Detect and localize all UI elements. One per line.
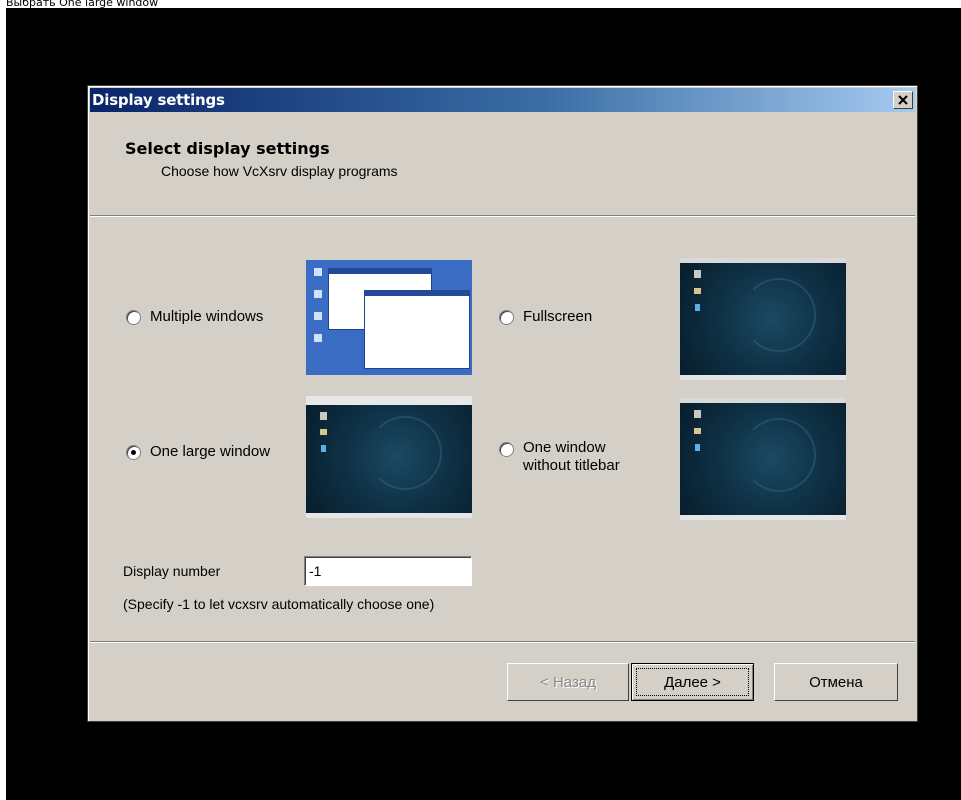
option-label: Fullscreen — [523, 308, 593, 325]
wizard-header: Select display settings Choose how VcXsr… — [90, 112, 915, 214]
next-button[interactable]: Далее > — [631, 663, 754, 701]
focus-rectangle — [636, 668, 749, 696]
desktop-icon — [321, 445, 326, 452]
desktop-icon — [694, 410, 701, 418]
preview-window — [364, 290, 470, 369]
option-one-window-no-titlebar[interactable]: One window without titlebar — [499, 439, 620, 475]
preview-topbar — [680, 398, 846, 403]
multiple-windows-preview — [306, 260, 472, 382]
header-title: Select display settings — [125, 139, 330, 158]
display-number-input[interactable] — [304, 556, 472, 586]
option-label: One window without titlebar — [523, 439, 620, 475]
debian-swirl — [742, 418, 816, 492]
display-number-hint: (Specify -1 to let vcxsrv automatically … — [123, 596, 435, 612]
option-label-line2: without titlebar — [523, 457, 620, 474]
back-button[interactable]: < Назад — [507, 663, 629, 701]
preview-taskbar — [680, 375, 846, 380]
desktop-icon — [314, 334, 322, 342]
header-subtitle: Choose how VcXsrv display programs — [161, 163, 398, 179]
preview-taskbar — [306, 375, 472, 382]
preview-topbar — [680, 258, 846, 263]
debian-swirl — [368, 416, 442, 490]
preview-taskbar — [680, 515, 846, 520]
option-label-line1: One window — [523, 439, 606, 456]
option-label: One large window — [150, 443, 271, 460]
folder-icon — [694, 428, 701, 434]
one-window-no-titlebar-preview — [680, 398, 846, 520]
desktop-icon — [314, 290, 322, 298]
display-number-label: Display number — [123, 563, 221, 579]
preview-taskbar — [306, 513, 472, 518]
debian-swirl — [742, 278, 816, 352]
cancel-button[interactable]: Отмена — [774, 663, 898, 701]
desktop-icon — [695, 444, 700, 451]
preview-titlebar — [306, 396, 472, 405]
desktop-icon — [694, 270, 701, 278]
fullscreen-preview — [680, 258, 846, 380]
display-settings-dialog: Display settings Select display settings… — [87, 85, 918, 722]
close-button[interactable] — [893, 91, 913, 109]
desktop-icon — [320, 412, 327, 420]
footer-divider — [90, 641, 915, 643]
folder-icon — [694, 288, 701, 294]
radio-one-window-no-titlebar[interactable] — [499, 442, 514, 457]
close-icon — [898, 95, 908, 105]
option-label: Multiple windows — [150, 308, 264, 325]
one-large-window-preview — [306, 396, 472, 518]
option-one-large-window[interactable]: One large window — [126, 443, 270, 461]
option-fullscreen[interactable]: Fullscreen — [499, 308, 592, 326]
radio-multiple-windows[interactable] — [126, 309, 141, 325]
radio-one-large-window[interactable] — [126, 444, 141, 460]
option-multiple-windows[interactable]: Multiple windows — [126, 308, 263, 326]
header-divider — [90, 215, 915, 217]
desktop-icon — [314, 312, 322, 320]
dialog-title: Display settings — [92, 91, 225, 109]
desktop-icon — [314, 268, 322, 276]
folder-icon — [320, 429, 327, 435]
radio-fullscreen[interactable] — [499, 309, 514, 325]
dialog-titlebar[interactable]: Display settings — [90, 88, 915, 112]
desktop-icon — [695, 304, 700, 311]
